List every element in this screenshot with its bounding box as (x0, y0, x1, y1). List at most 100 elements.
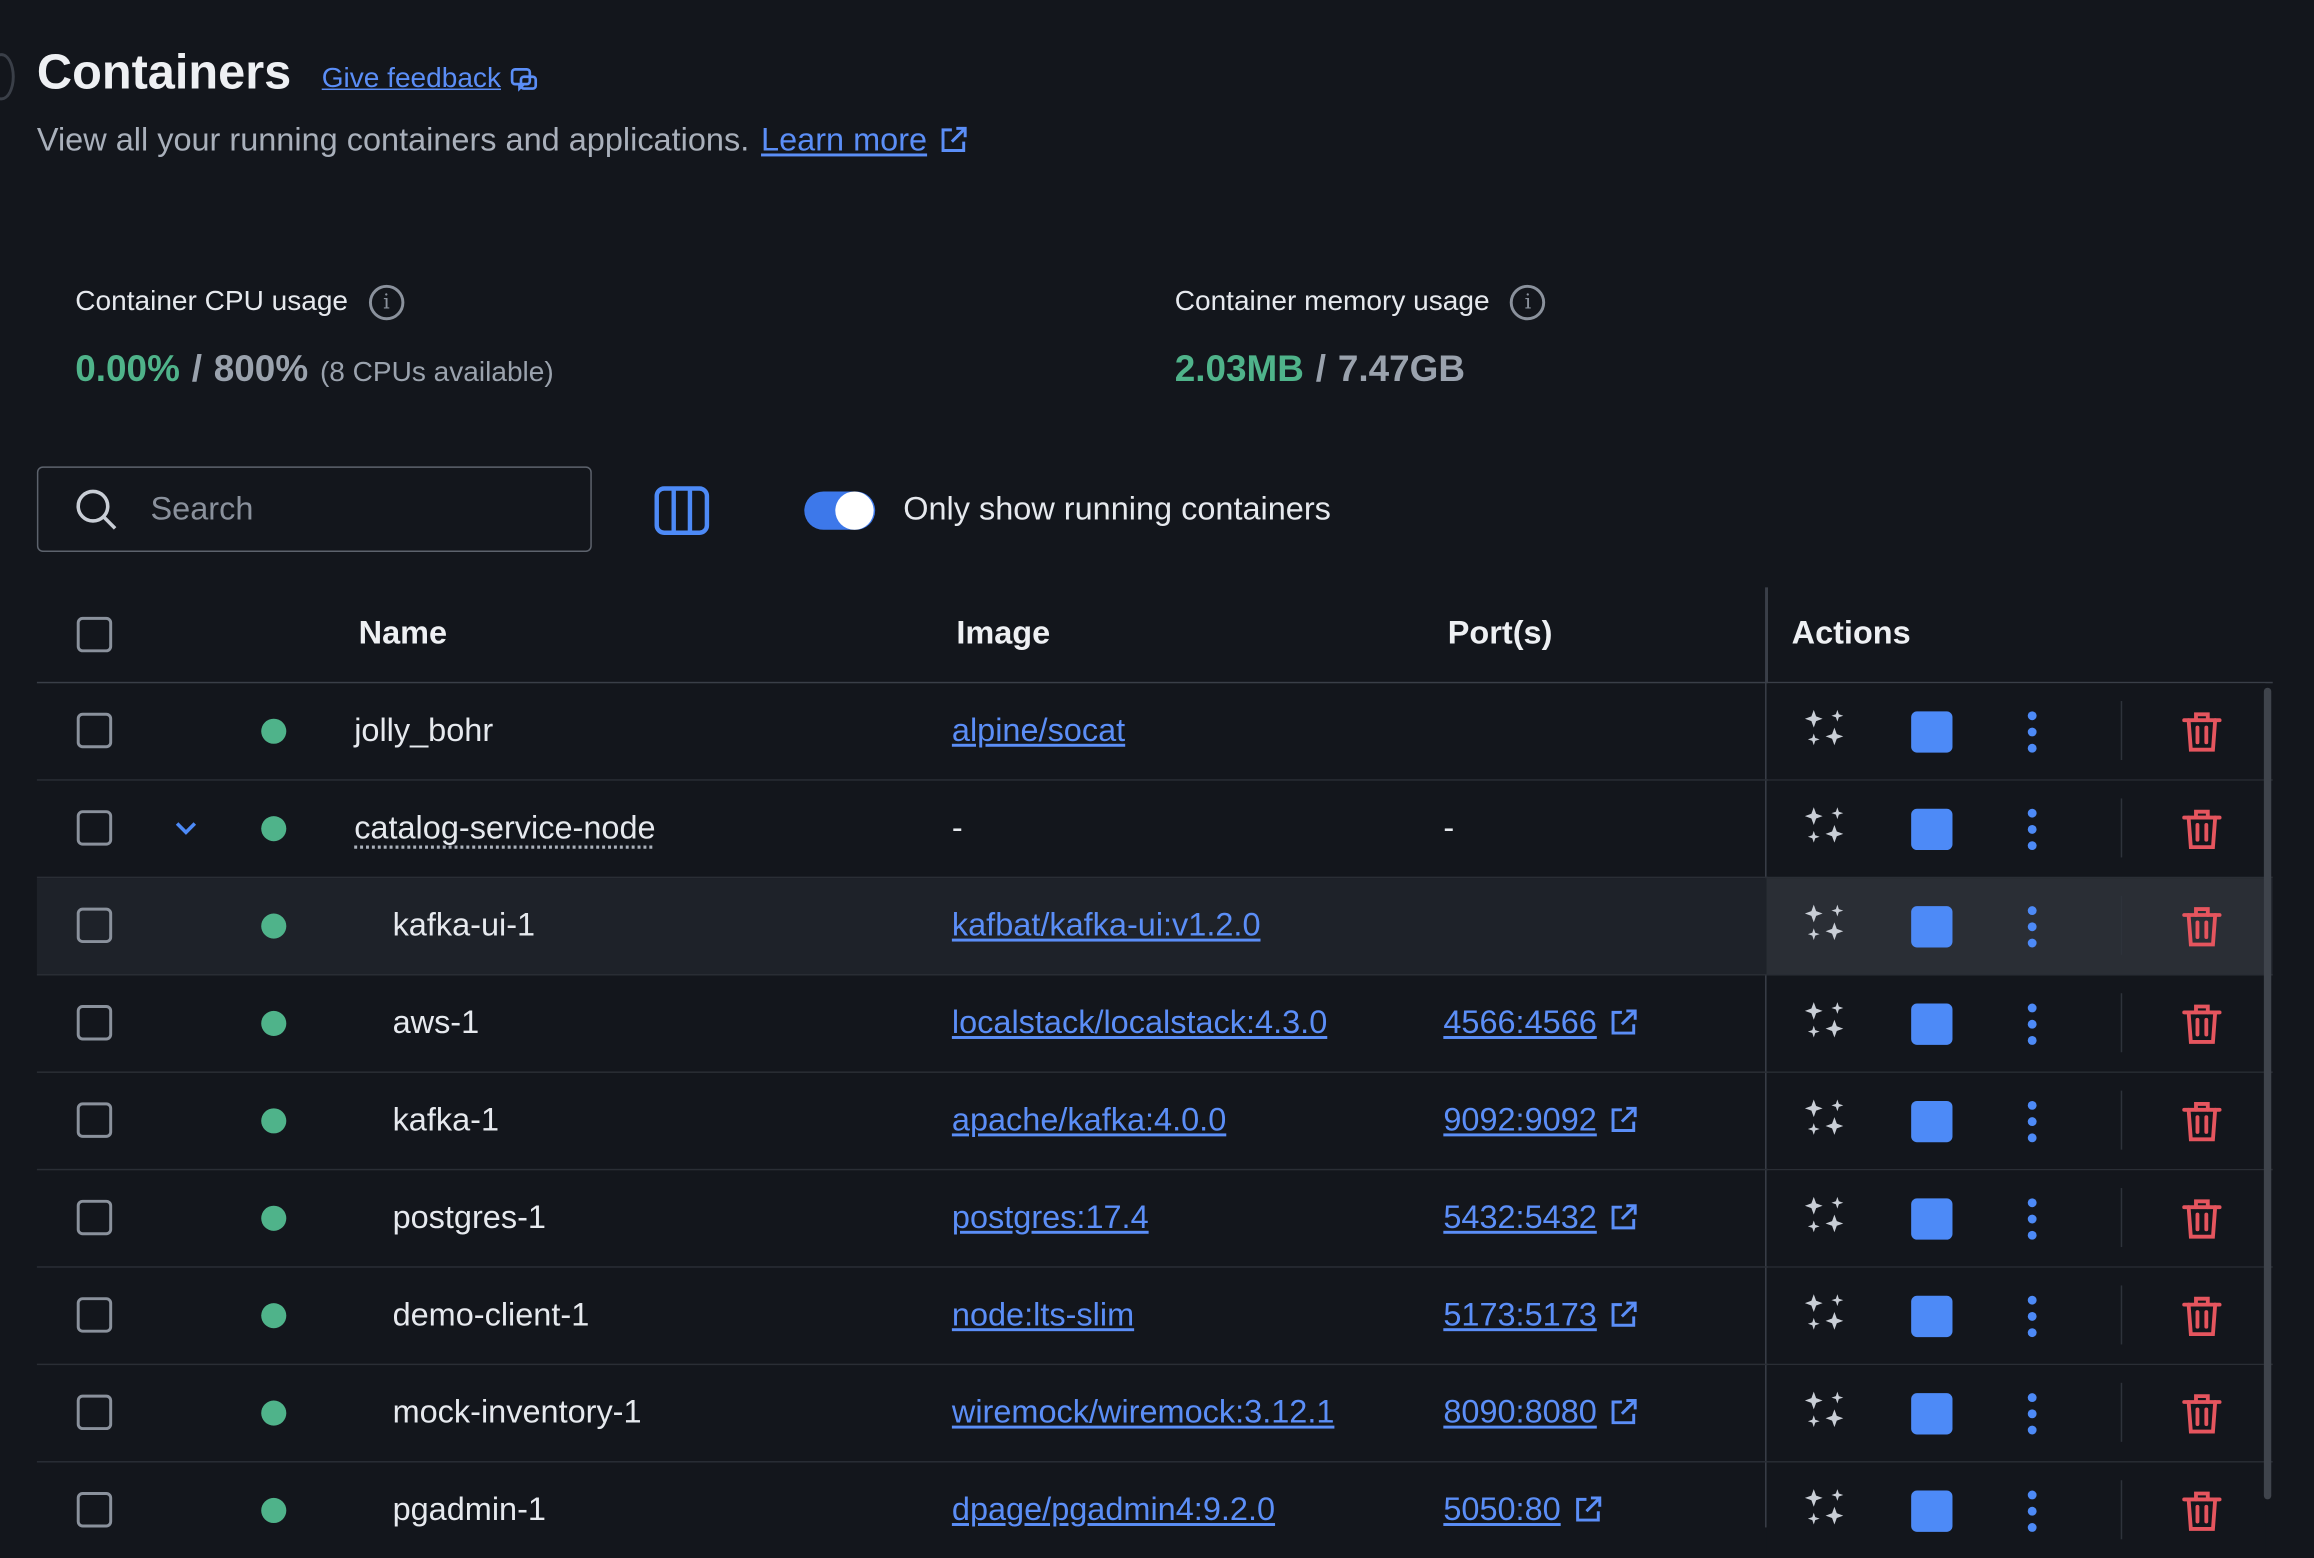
learn-more-link[interactable]: Learn more (761, 121, 968, 159)
image-link[interactable]: apache/kafka:4.0.0 (952, 1101, 1226, 1139)
trash-icon[interactable] (2180, 1294, 2224, 1338)
info-icon[interactable]: i (369, 285, 404, 320)
kebab-menu-icon[interactable] (2017, 1489, 2047, 1533)
kebab-menu-icon[interactable] (2017, 1392, 2047, 1436)
table-row[interactable]: aws-1 localstack/localstack:4.3.0 4566:4… (37, 976, 2273, 1073)
port-link[interactable]: 8090:8080 (1443, 1393, 1638, 1431)
info-icon[interactable]: i (1510, 285, 1545, 320)
row-checkbox[interactable] (77, 1200, 112, 1235)
row-checkbox[interactable] (77, 1395, 112, 1430)
external-link-icon (939, 125, 969, 155)
column-header-ports[interactable]: Port(s) (1448, 614, 1553, 652)
table-row[interactable]: kafka-ui-1 kafbat/kafka-ui:v1.2.0 (37, 878, 2273, 975)
trash-icon[interactable] (2180, 1197, 2224, 1241)
ai-sparkle-icon[interactable] (1802, 1097, 1849, 1144)
container-name[interactable]: demo-client-1 (393, 1296, 590, 1334)
status-running-dot (261, 1303, 286, 1328)
search-input[interactable] (148, 488, 567, 529)
row-checkbox[interactable] (77, 1005, 112, 1040)
trash-icon[interactable] (2180, 710, 2224, 754)
container-name[interactable]: aws-1 (393, 1004, 480, 1042)
cpu-usage-label: Container CPU usage i (75, 285, 404, 320)
trash-icon[interactable] (2180, 807, 2224, 851)
stop-icon[interactable] (1911, 1393, 1952, 1434)
row-checkbox[interactable] (77, 810, 112, 845)
port-mapping: 4566:4566 (1443, 1004, 1596, 1042)
port-link[interactable]: 4566:4566 (1443, 1004, 1638, 1042)
kebab-menu-icon[interactable] (2017, 905, 2047, 949)
column-header-name[interactable]: Name (359, 614, 447, 652)
kebab-menu-icon[interactable] (2017, 710, 2047, 754)
image-link[interactable]: wiremock/wiremock:3.12.1 (952, 1393, 1335, 1431)
row-checkbox[interactable] (77, 713, 112, 748)
table-row[interactable]: pgadmin-1 dpage/pgadmin4:9.2.0 5050:80 (37, 1463, 2273, 1558)
stop-icon[interactable] (1911, 1198, 1952, 1239)
ai-sparkle-icon[interactable] (1802, 999, 1849, 1046)
kebab-menu-icon[interactable] (2017, 1294, 2047, 1338)
row-checkbox[interactable] (77, 1492, 112, 1527)
stop-icon[interactable] (1911, 809, 1952, 850)
stop-icon[interactable] (1911, 906, 1952, 947)
memory-usage-value: 2.03MB / 7.47GB (1175, 348, 1465, 391)
search-box[interactable] (37, 466, 592, 552)
image-link[interactable]: alpine/socat (952, 711, 1125, 749)
kebab-menu-icon[interactable] (2017, 807, 2047, 851)
table-row[interactable]: demo-client-1 node:lts-slim 5173:5173 (37, 1268, 2273, 1365)
kebab-menu-icon[interactable] (2017, 1197, 2047, 1241)
container-name[interactable]: mock-inventory-1 (393, 1393, 642, 1431)
kebab-menu-icon[interactable] (2017, 1002, 2047, 1046)
trash-icon[interactable] (2180, 905, 2224, 949)
row-checkbox[interactable] (77, 1102, 112, 1137)
ai-sparkle-icon[interactable] (1802, 1194, 1849, 1241)
ai-sparkle-icon[interactable] (1802, 707, 1849, 754)
stop-icon[interactable] (1911, 1101, 1952, 1142)
trash-icon[interactable] (2180, 1489, 2224, 1533)
trash-icon[interactable] (2180, 1002, 2224, 1046)
row-checkbox[interactable] (77, 1297, 112, 1332)
ai-sparkle-icon[interactable] (1802, 1486, 1849, 1533)
image-link[interactable]: node:lts-slim (952, 1296, 1134, 1334)
container-name[interactable]: postgres-1 (393, 1198, 546, 1236)
port-link[interactable]: 9092:9092 (1443, 1101, 1638, 1139)
port-link[interactable]: 5432:5432 (1443, 1198, 1638, 1236)
row-checkbox[interactable] (77, 908, 112, 943)
trash-icon[interactable] (2180, 1392, 2224, 1436)
stop-icon[interactable] (1911, 711, 1952, 752)
chevron-down-icon[interactable] (171, 813, 201, 843)
trash-icon[interactable] (2180, 1099, 2224, 1143)
ai-sparkle-icon[interactable] (1802, 804, 1849, 851)
ai-sparkle-icon[interactable] (1802, 902, 1849, 949)
row-actions (1767, 1170, 2266, 1266)
stop-icon[interactable] (1911, 1296, 1952, 1337)
table-row[interactable]: mock-inventory-1 wiremock/wiremock:3.12.… (37, 1365, 2273, 1462)
table-row[interactable]: postgres-1 postgres:17.4 5432:5432 (37, 1170, 2273, 1267)
stop-icon[interactable] (1911, 1004, 1952, 1045)
running-only-toggle[interactable] (804, 491, 875, 529)
table-row[interactable]: kafka-1 apache/kafka:4.0.0 9092:9092 (37, 1073, 2273, 1170)
column-header-image[interactable]: Image (956, 614, 1050, 652)
container-name[interactable]: catalog-service-node (354, 809, 655, 847)
ai-sparkle-icon[interactable] (1802, 1291, 1849, 1338)
memory-sep: / (1316, 348, 1326, 391)
left-edge-handle (0, 53, 15, 100)
port-mapping: 5050:80 (1443, 1491, 1560, 1529)
columns-icon[interactable] (652, 484, 711, 537)
kebab-menu-icon[interactable] (2017, 1099, 2047, 1143)
image-link[interactable]: dpage/pgadmin4:9.2.0 (952, 1491, 1275, 1529)
table-row-group[interactable]: catalog-service-node - - (37, 781, 2273, 878)
container-name[interactable]: jolly_bohr (354, 711, 493, 749)
port-link[interactable]: 5173:5173 (1443, 1296, 1638, 1334)
container-name[interactable]: pgadmin-1 (393, 1491, 546, 1529)
image-link[interactable]: postgres:17.4 (952, 1198, 1149, 1236)
ai-sparkle-icon[interactable] (1802, 1389, 1849, 1436)
container-name[interactable]: kafka-ui-1 (393, 906, 536, 944)
container-name[interactable]: kafka-1 (393, 1101, 499, 1139)
image-link[interactable]: localstack/localstack:4.3.0 (952, 1004, 1327, 1042)
table-scrollbar[interactable] (2264, 688, 2271, 1500)
image-link[interactable]: kafbat/kafka-ui:v1.2.0 (952, 906, 1261, 944)
port-link[interactable]: 5050:80 (1443, 1491, 1602, 1529)
give-feedback-link[interactable]: Give feedback (322, 63, 540, 95)
table-row[interactable]: jolly_bohr alpine/socat (37, 683, 2273, 780)
select-all-checkbox[interactable] (77, 617, 112, 652)
stop-icon[interactable] (1911, 1491, 1952, 1532)
